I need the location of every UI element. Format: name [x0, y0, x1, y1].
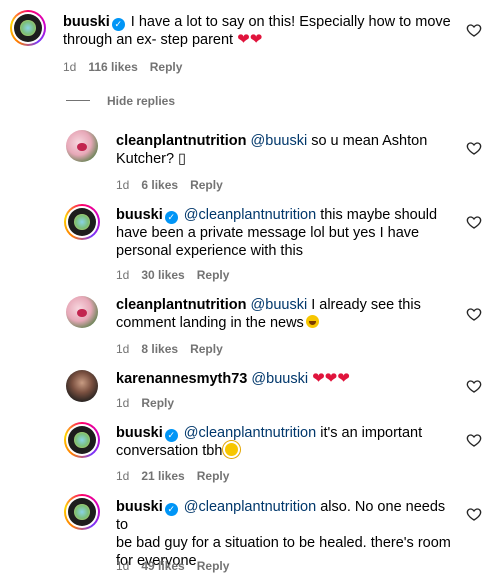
reply-meta: 1d 30 likes Reply [116, 268, 241, 282]
reply-body: Kutcher? ▯ [116, 151, 187, 167]
like-heart-icon[interactable] [466, 214, 482, 230]
reply-button[interactable]: Reply [190, 178, 223, 192]
reply-meta: 1d Reply [116, 396, 186, 410]
hide-replies-button[interactable]: Hide replies [107, 94, 175, 108]
reply-button[interactable]: Reply [197, 268, 230, 282]
red-heart-emoji: ❤❤❤ [312, 370, 350, 387]
red-heart-emoji: ❤❤ [237, 31, 263, 48]
mention-link[interactable]: @buuski [251, 371, 308, 387]
comment-meta: 1d 116 likes Reply [63, 60, 194, 74]
like-count[interactable]: 21 likes [141, 469, 184, 483]
like-heart-icon[interactable] [466, 378, 482, 394]
reply-meta: 1d 8 likes Reply [116, 342, 235, 356]
reply-item: karenannesmyth73 @buuski ❤❤❤ 1d Reply [0, 366, 490, 416]
reply-text: cleanplantnutrition @buuski so u mean As… [116, 132, 456, 168]
reply-body: so u mean Ashton [307, 133, 428, 149]
verified-icon: ✓ [164, 429, 178, 442]
reply-button[interactable]: Reply [197, 559, 230, 573]
username[interactable]: buuski [63, 14, 110, 30]
reply-body: comment landing in the news [116, 315, 304, 331]
reply-button[interactable]: Reply [190, 342, 223, 356]
like-count[interactable]: 116 likes [88, 60, 137, 74]
reply-button[interactable]: Reply [141, 396, 174, 410]
username[interactable]: buuski [116, 425, 163, 441]
verified-icon: ✓ [164, 503, 178, 516]
timestamp: 1d [63, 60, 77, 74]
mention-link[interactable]: @buuski [251, 297, 308, 313]
reply-text: buuski ✓ @cleanplantnutrition it's an imp… [116, 424, 456, 460]
verified-icon: ✓ [164, 211, 178, 224]
timestamp: 1d [116, 559, 130, 573]
timestamp: 1d [116, 268, 130, 282]
avatar[interactable] [10, 10, 46, 46]
reply-meta: 1d 49 likes Reply [116, 559, 241, 573]
avatar[interactable] [66, 130, 98, 162]
timestamp: 1d [116, 178, 130, 192]
reply-body: have been a private message lol but yes … [116, 225, 420, 241]
reply-text: buuski ✓ @cleanplantnutrition this maybe … [116, 206, 456, 260]
reply-body: be bad guy for a situation to be healed.… [116, 535, 451, 551]
avatar[interactable] [66, 296, 98, 328]
avatar[interactable] [66, 370, 98, 402]
like-heart-icon[interactable] [466, 432, 482, 448]
like-heart-icon[interactable] [466, 506, 482, 522]
reply-body: conversation tbh [116, 443, 223, 459]
reply-body: personal experience with this [116, 243, 303, 259]
reply-button[interactable]: Reply [150, 60, 183, 74]
laughing-emoji [305, 315, 319, 328]
username[interactable]: cleanplantnutrition [116, 297, 247, 313]
like-heart-icon[interactable] [466, 22, 482, 38]
mention-link[interactable]: @cleanplantnutrition [184, 499, 316, 515]
hide-replies-line [66, 100, 90, 101]
like-count[interactable]: 49 likes [141, 559, 184, 573]
reply-text: karenannesmyth73 @buuski ❤❤❤ [116, 370, 456, 388]
like-heart-icon[interactable] [466, 306, 482, 322]
mention-link[interactable]: @buuski [251, 133, 308, 149]
verified-icon: ✓ [111, 18, 125, 31]
timestamp: 1d [116, 396, 130, 410]
reply-meta: 1d 21 likes Reply [116, 469, 241, 483]
reply-item: buuski ✓ @cleanplantnutrition this maybe … [0, 198, 490, 288]
reply-body: this maybe should [316, 207, 438, 223]
avatar[interactable] [64, 422, 100, 458]
timestamp: 1d [116, 342, 130, 356]
reply-item: buuski ✓ @cleanplantnutrition it's an imp… [0, 418, 490, 488]
reply-item: buuski ✓ @cleanplantnutrition also. No on… [0, 490, 490, 575]
avatar[interactable] [64, 204, 100, 240]
reply-body: I already see this [307, 297, 421, 313]
like-count[interactable]: 6 likes [141, 178, 178, 192]
comment-text: buuski ✓ I have a lot to say on this! Esp… [63, 13, 453, 49]
reply-button[interactable]: Reply [197, 469, 230, 483]
like-count[interactable]: 30 likes [141, 268, 184, 282]
reply-item: cleanplantnutrition @buuski so u mean As… [0, 124, 490, 194]
username[interactable]: buuski [116, 499, 163, 515]
mention-link[interactable]: @cleanplantnutrition [184, 207, 316, 223]
sun-emoji [225, 443, 239, 456]
mention-link[interactable]: @cleanplantnutrition [184, 425, 316, 441]
main-comment: buuski ✓ I have a lot to say on this! Esp… [0, 0, 490, 80]
reply-meta: 1d 6 likes Reply [116, 178, 235, 192]
username[interactable]: karenannesmyth73 [116, 371, 247, 387]
reply-item: cleanplantnutrition @buuski I already se… [0, 290, 490, 360]
username[interactable]: buuski [116, 207, 163, 223]
reply-body: it's an important [316, 425, 423, 441]
timestamp: 1d [116, 469, 130, 483]
like-count[interactable]: 8 likes [141, 342, 178, 356]
avatar[interactable] [64, 494, 100, 530]
reply-text: cleanplantnutrition @buuski I already se… [116, 296, 456, 332]
username[interactable]: cleanplantnutrition [116, 133, 247, 149]
like-heart-icon[interactable] [466, 140, 482, 156]
